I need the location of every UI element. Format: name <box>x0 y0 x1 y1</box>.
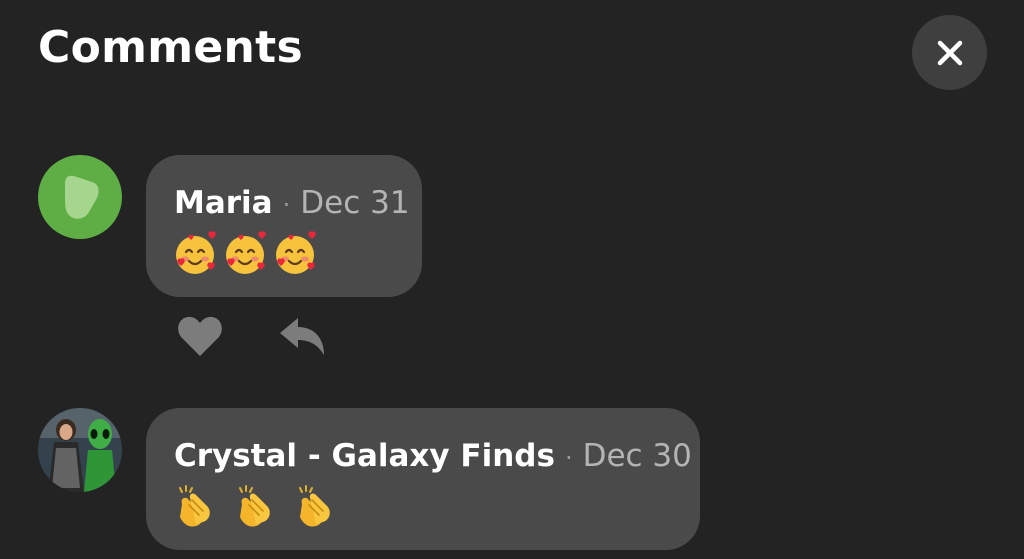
like-button[interactable] <box>176 314 224 362</box>
clapping-hands-icon <box>179 485 210 527</box>
comment-author[interactable]: Crystal - Galaxy Finds <box>174 438 555 474</box>
avatar[interactable] <box>38 408 122 492</box>
comment-meta: Crystal - Galaxy Finds · Dec 30 <box>174 438 692 474</box>
close-button[interactable] <box>912 15 987 90</box>
page-title: Comments <box>38 22 304 73</box>
comment-meta: Maria · Dec 31 <box>174 185 410 221</box>
clapping-hands-icon <box>239 485 270 527</box>
comments-panel: Comments Maria · Dec 31 Crystal - Galaxy… <box>0 0 1024 559</box>
heart-icon <box>178 316 222 356</box>
reply-icon <box>280 318 324 355</box>
smiling-face-with-hearts-icon <box>226 231 266 274</box>
reply-button[interactable] <box>278 314 328 362</box>
avatar[interactable] <box>38 155 122 239</box>
comment-bubble: Crystal - Galaxy Finds · Dec 30 <box>146 408 700 550</box>
comment-date: Dec 30 <box>582 438 692 474</box>
comment-bubble: Maria · Dec 31 <box>146 155 422 297</box>
comment-text <box>172 484 338 530</box>
comment-text <box>172 231 318 277</box>
close-icon <box>937 40 962 65</box>
photo-avatar-icon <box>38 408 122 492</box>
green-blob-avatar-icon <box>65 175 99 219</box>
comment-date: Dec 31 <box>300 185 410 221</box>
smiling-face-with-hearts-icon <box>276 231 316 274</box>
meta-separator: · <box>564 444 573 472</box>
meta-separator: · <box>282 191 291 219</box>
smiling-face-with-hearts-icon <box>176 231 216 274</box>
comment-author[interactable]: Maria <box>174 185 273 221</box>
clapping-hands-icon <box>299 485 330 527</box>
